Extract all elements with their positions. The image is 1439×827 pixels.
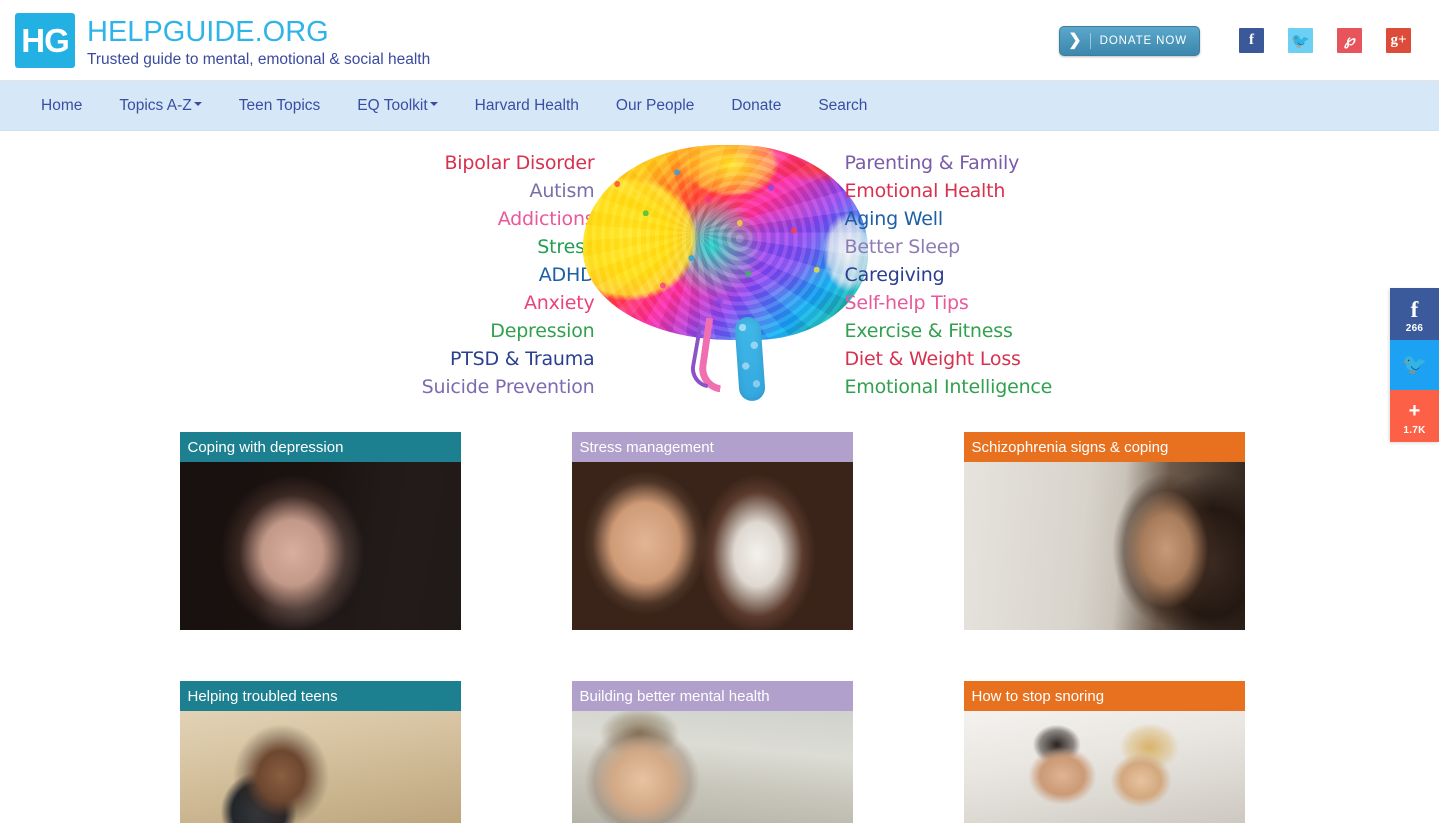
nav-item-donate[interactable]: Donate bbox=[731, 97, 781, 115]
nav-item-teen-topics[interactable]: Teen Topics bbox=[239, 97, 321, 115]
brain-stem-shape bbox=[733, 316, 766, 402]
card-row: Helping troubled teens Building better me… bbox=[179, 681, 1260, 823]
woman-at-window-photo bbox=[179, 462, 461, 630]
nav-item-search[interactable]: Search bbox=[818, 97, 867, 115]
card-row: Coping with depression Stress management S… bbox=[179, 432, 1260, 630]
nav-item-label: Home bbox=[41, 96, 83, 114]
card-title: Schizophrenia signs & coping bbox=[963, 432, 1245, 462]
twitter-icon[interactable]: 🐦 bbox=[1288, 28, 1313, 53]
chevron-down-icon bbox=[429, 102, 438, 107]
nav-item-our-people[interactable]: Our People bbox=[616, 97, 694, 115]
card-title: Building better mental health bbox=[571, 681, 853, 711]
share-more-button[interactable]: +1.7K bbox=[1390, 390, 1439, 442]
hero-topic-ptsd-trauma[interactable]: PTSD & Trauma bbox=[450, 345, 595, 373]
donate-now-label: DONATE NOW bbox=[1099, 34, 1187, 47]
card-title: How to stop snoring bbox=[963, 681, 1245, 711]
nav-item-eq-toolkit[interactable]: EQ Toolkit bbox=[357, 96, 438, 115]
hero-topics-right: Parenting & Family Emotional Health Aging … bbox=[845, 149, 1135, 401]
site-tagline: Trusted guide to mental, emotional & soc… bbox=[87, 51, 431, 68]
share-facebook-button[interactable]: f 266 bbox=[1390, 288, 1439, 340]
nav-item-label: Topics A-Z bbox=[119, 96, 192, 114]
page-root: HG HELPGUIDE.ORG Trusted guide to mental… bbox=[0, 0, 1439, 827]
hero-topic-emotional-health[interactable]: Emotional Health bbox=[845, 177, 1006, 205]
share-facebook-icon: f bbox=[1410, 297, 1419, 322]
header-social-links: f 🐦 ℘ g+ bbox=[1239, 28, 1411, 53]
featured-card[interactable]: Stress management bbox=[571, 432, 853, 630]
share-count: 1.7K bbox=[1403, 425, 1426, 436]
hero-topic-better-sleep[interactable]: Better Sleep bbox=[845, 233, 961, 261]
share-twitter-button[interactable]: 🐦 bbox=[1390, 340, 1439, 390]
hero-inner: Bipolar Disorder Autism Addictions Stress AD… bbox=[180, 131, 1260, 421]
chevron-down-icon bbox=[193, 102, 202, 107]
share-twitter-icon: 🐦 bbox=[1402, 353, 1427, 376]
nav-item-label: Harvard Health bbox=[474, 96, 579, 114]
hero-topic-diet-weight-loss[interactable]: Diet & Weight Loss bbox=[845, 345, 1021, 373]
hero-topic-exercise-fitness[interactable]: Exercise & Fitness bbox=[845, 317, 1013, 345]
hero-topic-suicide-prevention[interactable]: Suicide Prevention bbox=[422, 373, 595, 401]
hero-topic-emotional-intelligence[interactable]: Emotional Intelligence bbox=[845, 373, 1053, 401]
pinterest-icon[interactable]: ℘ bbox=[1337, 28, 1362, 53]
hero-topic-caregiving[interactable]: Caregiving bbox=[845, 261, 945, 289]
couple-in-bed-photo bbox=[963, 711, 1245, 823]
hero-topics-left: Bipolar Disorder Autism Addictions Stress AD… bbox=[335, 149, 595, 401]
site-brand[interactable]: HG HELPGUIDE.ORG Trusted guide to mental… bbox=[15, 13, 430, 71]
site-title: HELPGUIDE.ORG bbox=[87, 16, 329, 48]
featured-cards-grid: Coping with depression Stress management S… bbox=[179, 421, 1260, 823]
man-portrait-photo bbox=[571, 711, 853, 823]
hg-logo-icon: HG bbox=[15, 13, 75, 68]
hero-topic-parenting-family[interactable]: Parenting & Family bbox=[845, 149, 1020, 177]
card-title: Stress management bbox=[571, 432, 853, 462]
nav-item-harvard-health[interactable]: Harvard Health bbox=[475, 97, 579, 115]
featured-card[interactable]: Helping troubled teens bbox=[179, 681, 461, 823]
nav-item-label: Our People bbox=[615, 96, 695, 114]
featured-card[interactable]: How to stop snoring bbox=[963, 681, 1245, 823]
header-right-group: ❯ DONATE NOW f 🐦 ℘ g+ bbox=[1059, 0, 1439, 81]
nav-item-topics-a-z[interactable]: Topics A-Z bbox=[119, 96, 202, 115]
brain-body-shape bbox=[582, 145, 868, 340]
man-with-dog-photo bbox=[571, 462, 853, 630]
nav-item-home[interactable]: Home bbox=[41, 97, 82, 115]
site-header: HG HELPGUIDE.ORG Trusted guide to mental… bbox=[0, 0, 1439, 81]
googleplus-icon[interactable]: g+ bbox=[1386, 28, 1411, 53]
main-navigation: Home Topics A-Z Teen Topics EQ Toolkit Harva… bbox=[0, 81, 1439, 131]
floating-share-bar: f 266 🐦 +1.7K bbox=[1390, 288, 1439, 442]
colorful-rubber-band-brain-illustration bbox=[575, 139, 875, 409]
chevron-right-icon: ❯ bbox=[1066, 32, 1091, 49]
card-title: Helping troubled teens bbox=[179, 681, 461, 711]
woman-against-wall-photo bbox=[963, 462, 1245, 630]
facebook-icon[interactable]: f bbox=[1239, 28, 1264, 53]
share-more-icon: + bbox=[1408, 400, 1421, 422]
nav-item-label: Donate bbox=[731, 96, 782, 114]
nav-item-label: Search bbox=[818, 96, 868, 114]
featured-card[interactable]: Coping with depression bbox=[179, 432, 461, 630]
hero-topic-aging-well[interactable]: Aging Well bbox=[845, 205, 944, 233]
nav-item-label: EQ Toolkit bbox=[357, 96, 428, 114]
nav-item-label: Teen Topics bbox=[238, 96, 321, 114]
hero-section: Bipolar Disorder Autism Addictions Stress AD… bbox=[0, 131, 1439, 421]
brand-text-block: HELPGUIDE.ORG Trusted guide to mental, e… bbox=[87, 13, 430, 71]
share-count: 266 bbox=[1405, 323, 1424, 334]
hero-topic-bipolar-disorder[interactable]: Bipolar Disorder bbox=[444, 149, 594, 177]
brain-beads-texture bbox=[582, 145, 868, 340]
hero-topic-self-help-tips[interactable]: Self-help Tips bbox=[845, 289, 969, 317]
donate-now-button[interactable]: ❯ DONATE NOW bbox=[1059, 25, 1200, 56]
featured-card[interactable]: Building better mental health bbox=[571, 681, 853, 823]
card-title: Coping with depression bbox=[179, 432, 461, 462]
teen-on-steps-photo bbox=[179, 711, 461, 823]
featured-card[interactable]: Schizophrenia signs & coping bbox=[963, 432, 1245, 630]
